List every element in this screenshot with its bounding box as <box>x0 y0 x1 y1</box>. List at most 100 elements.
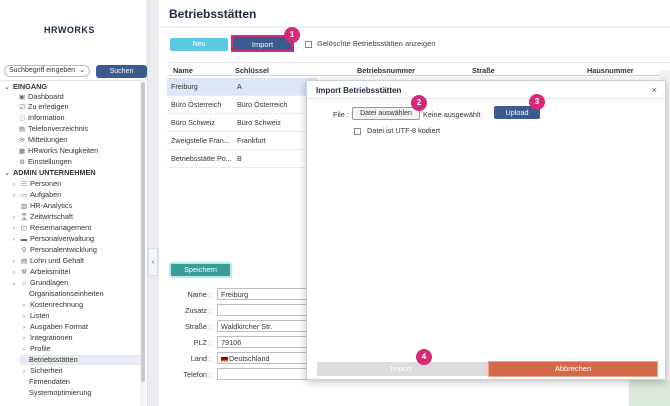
time-icon: ⌛ <box>20 214 29 221</box>
nav-item-firmendaten[interactable]: Firmendaten <box>29 377 146 387</box>
settings-icon: ⚙ <box>19 159 25 166</box>
chevron-right-icon: › <box>12 225 16 232</box>
nav-item-kostenrechnung[interactable]: › Kostenrechnung <box>20 300 146 310</box>
sidebar: HRWORKS Suchbegriff eingeben ⌄ Suchen ⌄ E… <box>0 0 148 406</box>
nav-item-zu-erledigen[interactable]: ☑ Zu erledigen <box>18 102 146 112</box>
sidebar-scrollbar-thumb[interactable] <box>141 82 145 382</box>
column-header-strasse[interactable]: Straße <box>472 66 495 75</box>
nav-item-dashboard[interactable]: ▣ Dashboard <box>18 92 146 102</box>
save-button[interactable]: Speichern <box>171 264 230 276</box>
plz-field[interactable]: 79106 <box>217 336 307 348</box>
chevron-left-icon: ‹ <box>151 257 155 266</box>
chevron-right-icon: › <box>22 302 26 309</box>
chevron-right-icon: › <box>22 313 26 320</box>
table-row[interactable]: Büro Österreich Büro Österreich <box>167 96 317 114</box>
close-icon[interactable]: × <box>652 85 657 95</box>
column-header-betriebsnummer[interactable]: Betriebsnummer <box>357 66 415 75</box>
nav-item-sicherheit[interactable]: › Sicherheit <box>20 366 146 376</box>
table-row[interactable]: Büro Schweiz Büro Schweiz <box>167 114 317 132</box>
todo-icon: ☑ <box>19 104 25 111</box>
column-header-key[interactable]: Schlüssel <box>235 66 269 75</box>
tools-icon: ⚒ <box>21 269 27 276</box>
dialog-import-button[interactable]: Import <box>317 362 485 376</box>
collapse-sidebar-button[interactable]: ‹ <box>148 248 158 276</box>
name-label: Name : <box>187 290 211 299</box>
nav-item-arbeitsmittel[interactable]: › ⚒ Arbeitsmittel <box>10 267 146 277</box>
nav-item-betriebsstaetten[interactable]: Betriebsstätten <box>20 355 146 365</box>
utf8-option[interactable]: Datei ist UTF-8 kodiert <box>354 126 440 135</box>
column-header-name[interactable]: Name <box>173 66 193 75</box>
logo: HRWORKS <box>44 25 95 35</box>
chevron-right-icon: › <box>22 346 26 353</box>
nav-item-grundlagen[interactable]: ⌄ ⌂ Grundlagen <box>10 278 146 288</box>
table-row[interactable]: Freiburg A <box>167 78 317 96</box>
nav-item-neuigkeiten[interactable]: ▦ HRworks Neuigkeiten <box>18 146 146 156</box>
message-icon: ✉ <box>19 137 25 144</box>
nav-item-systemoptimierung[interactable]: Systemoptimierung <box>29 388 146 398</box>
plz-label: PLZ : <box>193 338 211 347</box>
app-window: HRWORKS Suchbegriff eingeben ⌄ Suchen ⌄ E… <box>0 0 670 406</box>
search-select[interactable]: Suchbegriff eingeben ⌄ <box>4 65 90 77</box>
show-deleted-checkbox[interactable] <box>305 40 312 48</box>
nav-item-zeitwirtschaft[interactable]: › ⌛ Zeitwirtschaft <box>10 212 146 222</box>
nav-section-admin[interactable]: ⌄ ADMIN UNTERNEHMEN <box>3 168 143 178</box>
nav-item-einstellungen[interactable]: ⚙ Einstellungen <box>18 157 146 167</box>
zusatz-field[interactable] <box>217 304 307 316</box>
nav-section-eingang[interactable]: ⌄ EINGANG <box>3 82 143 92</box>
dialog-title: Import Betriebsstätten <box>316 86 402 95</box>
nav-item-integrationen[interactable]: › Integrationen <box>20 333 146 343</box>
no-file-selected-text: Keine ausgewählt <box>423 110 481 119</box>
tasks-icon: ▭ <box>20 192 28 199</box>
name-field[interactable]: Freiburg <box>217 288 307 300</box>
zusatz-label: Zusatz : <box>185 306 211 315</box>
home-icon: ⌂ <box>22 280 26 287</box>
table-header: Name Schlüssel Betriebsnummer Straße Hau… <box>167 62 670 76</box>
nav-item-information[interactable]: ⓘ Information <box>18 113 146 123</box>
chevron-right-icon: › <box>22 368 26 375</box>
nav-item-ausgaben-format[interactable]: › Ausgaben Format <box>20 322 146 332</box>
info-icon: ⓘ <box>18 115 26 122</box>
payroll-icon: ▤ <box>20 258 28 265</box>
column-header-hausnummer[interactable]: Hausnummer <box>587 66 634 75</box>
choose-file-button[interactable]: Datei auswählen <box>352 107 420 120</box>
nav-item-profile[interactable]: › Profile <box>20 344 146 354</box>
table-row[interactable]: Betriebsstätte Po... B <box>167 150 317 168</box>
file-label: File : <box>333 110 349 119</box>
show-deleted-option[interactable]: Gelöschte Betriebsstätten anzeigen <box>305 39 435 48</box>
sidebar-scrollbar[interactable] <box>140 80 146 406</box>
search-select-value: Suchbegriff eingeben <box>9 67 76 74</box>
nav-item-personalentwicklung[interactable]: ⚲ Personalentwicklung <box>20 245 146 255</box>
nav-item-hr-analytics[interactable]: ▥ HR-Analytics <box>20 201 146 211</box>
new-button[interactable]: Neu <box>170 38 228 51</box>
news-icon: ▦ <box>18 148 26 155</box>
search-button[interactable]: Suchen <box>96 65 147 78</box>
search-row: Suchbegriff eingeben ⌄ Suchen <box>4 65 147 78</box>
step-badge-3: 3 <box>529 94 545 110</box>
nav-item-personen[interactable]: › ☷ Personen <box>10 179 146 189</box>
strasse-field[interactable]: Waldkircher Str. <box>217 320 307 332</box>
nav-item-listen[interactable]: › Listen <box>20 311 146 321</box>
sidebar-nav: ⌄ EINGANG ▣ Dashboard ☑ Zu erledigen ⓘ Infor… <box>0 80 146 406</box>
nav-item-aufgaben[interactable]: › ▭ Aufgaben <box>10 190 146 200</box>
nav-item-organisationseinheiten[interactable]: Organisationseinheiten <box>29 289 146 299</box>
nav-item-telefonverzeichnis[interactable]: ▤ Telefonverzeichnis <box>18 124 146 134</box>
telefon-field[interactable] <box>217 368 307 380</box>
chevron-down-icon: ⌄ <box>4 170 10 177</box>
admin-icon: ▬ <box>20 236 28 243</box>
chevron-right-icon: › <box>12 258 16 265</box>
utf8-checkbox[interactable] <box>354 127 361 135</box>
page-title: Betriebsstätten <box>169 7 257 21</box>
chevron-right-icon: › <box>12 214 16 221</box>
land-select[interactable]: Deutschland <box>217 352 307 364</box>
cancel-button[interactable]: Abbrechen <box>489 362 657 376</box>
development-icon: ⚲ <box>21 247 27 254</box>
phone-book-icon: ▤ <box>18 126 26 133</box>
germany-flag-icon <box>221 356 228 362</box>
chevron-down-icon: ⌄ <box>11 280 17 287</box>
chevron-down-icon: ⌄ <box>79 67 85 74</box>
table-row[interactable]: Zweigstelle Fran... Frankfurt <box>167 132 317 150</box>
nav-item-reisemanagement[interactable]: › ◫ Reisemanagement <box>10 223 146 233</box>
nav-item-personalverwaltung[interactable]: › ▬ Personalverwaltung <box>10 234 146 244</box>
nav-item-mitteilungen[interactable]: ✉ Mitteilungen <box>18 135 146 145</box>
nav-item-lohn-gehalt[interactable]: › ▤ Lohn und Gehalt <box>10 256 146 266</box>
